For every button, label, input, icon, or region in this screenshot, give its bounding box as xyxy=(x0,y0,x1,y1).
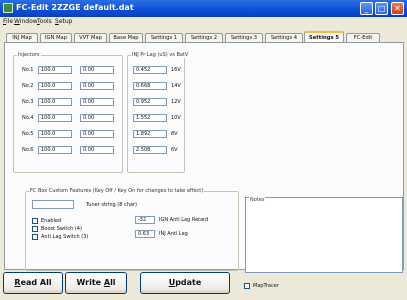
injector-percent-field[interactable]: 100.0 xyxy=(38,98,72,106)
lag-value-field[interactable]: 0.952 xyxy=(133,98,167,106)
notes-box[interactable]: Notes xyxy=(245,197,403,273)
lag-value-field[interactable]: 1.892 xyxy=(133,130,167,138)
lag-value-field[interactable]: 2.508 xyxy=(133,146,167,154)
tab-settings-5[interactable]: Settings 5 xyxy=(304,31,344,42)
bottom-toolbar: Read All Write All Update MapTracer xyxy=(0,272,407,300)
lag-voltage-label: 10V xyxy=(171,115,181,121)
lag-voltage-label: 16V xyxy=(171,67,181,73)
menu-window[interactable]: Window xyxy=(14,18,38,25)
custom-features-title: FC Box Custom Features (Key Off / Key On… xyxy=(29,188,205,194)
tab-vvt-map[interactable]: VVT Map xyxy=(74,33,107,42)
injector-label: No.3 xyxy=(22,99,34,105)
custom-features-group: FC Box Custom Features (Key Off / Key On… xyxy=(25,188,239,271)
injector-percent-field[interactable]: 100.0 xyxy=(38,130,72,138)
injector-offset-field[interactable]: 0.00 xyxy=(80,146,114,154)
injector-offset-field[interactable]: 0.00 xyxy=(80,66,114,74)
lag-voltage-label: 14V xyxy=(171,83,181,89)
window-title: FC-Edit 2ZZGE default.dat xyxy=(16,3,134,12)
injectors-title: Injectors xyxy=(17,52,41,58)
injector-percent-field[interactable]: 100.0 xyxy=(38,82,72,90)
injector-percent-field[interactable]: 100.0 xyxy=(38,114,72,122)
minimize-button[interactable]: _ xyxy=(360,2,373,15)
injector-offset-field[interactable]: 0.00 xyxy=(80,98,114,106)
enabled-label: Enabled xyxy=(41,218,62,224)
update-button[interactable]: Update xyxy=(140,272,230,294)
tab-ign-map[interactable]: IGN Map xyxy=(40,33,72,42)
tuner-string-label: Tuner string (8 char) xyxy=(86,202,138,208)
tab-fc-edit[interactable]: FC-Edit xyxy=(346,33,380,42)
read-all-button[interactable]: Read All xyxy=(3,272,63,294)
map-tracer-label: MapTracer xyxy=(253,283,279,289)
lag-voltage-label: 12V xyxy=(171,99,181,105)
maximize-button[interactable]: □ xyxy=(375,2,388,15)
app-icon xyxy=(3,3,13,13)
lag-value-field[interactable]: 1.552 xyxy=(133,114,167,122)
injectors-group: Injectors No.1 100.0 0.00 No.2 100.0 0.0… xyxy=(13,52,123,173)
notes-title: Notes xyxy=(249,197,266,203)
tuner-string-field[interactable] xyxy=(32,200,74,209)
inj-lag-group: INJ Pr Lag (uS) vs BatV 0.452 16V 0.668 … xyxy=(127,52,190,173)
boost-switch-checkbox[interactable] xyxy=(32,226,38,232)
write-all-button[interactable]: Write All xyxy=(65,272,127,294)
injector-offset-field[interactable]: 0.00 xyxy=(80,114,114,122)
anti-lag-switch-checkbox[interactable] xyxy=(32,234,38,240)
injector-label: No.2 xyxy=(22,83,34,89)
tab-inj-map[interactable]: INJ Map xyxy=(6,33,38,42)
close-button[interactable]: ✕ xyxy=(391,2,404,15)
tab-settings-2[interactable]: Settings 2 xyxy=(185,33,223,42)
injector-label: No.6 xyxy=(22,147,34,153)
settings-5-panel: Injectors No.1 100.0 0.00 No.2 100.0 0.0… xyxy=(4,42,404,273)
menu-file[interactable]: File xyxy=(3,18,13,25)
ign-anti-lag-retard-field[interactable]: -32 xyxy=(135,216,155,224)
tab-settings-1[interactable]: Settings 1 xyxy=(145,33,183,42)
title-bar: FC-Edit 2ZZGE default.dat _ □ ✕ xyxy=(0,0,407,17)
menu-tools[interactable]: Tools xyxy=(37,18,52,25)
tab-settings-3[interactable]: Settings 3 xyxy=(225,33,263,42)
injector-percent-field[interactable]: 100.0 xyxy=(38,66,72,74)
enabled-checkbox[interactable] xyxy=(32,218,38,224)
injector-label: No.1 xyxy=(22,67,34,73)
lag-value-field[interactable]: 0.668 xyxy=(133,82,167,90)
menu-setup[interactable]: Setup xyxy=(55,18,72,25)
anti-lag-switch-label: Anti Lag Switch (3) xyxy=(41,234,89,240)
injector-label: No.5 xyxy=(22,131,34,137)
injector-offset-field[interactable]: 0.00 xyxy=(80,82,114,90)
tab-settings-4[interactable]: Settings 4 xyxy=(265,33,303,42)
map-tracer-checkbox[interactable] xyxy=(244,283,250,289)
tab-strip: INJ Map IGN Map VVT Map Base Map Setting… xyxy=(4,31,404,42)
lag-voltage-label: 8V xyxy=(171,131,178,137)
boost-switch-label: Boost Switch (4) xyxy=(41,226,82,232)
inj-lag-title: INJ Pr Lag (uS) vs BatV xyxy=(131,52,190,58)
lag-value-field[interactable]: 0.452 xyxy=(133,66,167,74)
ign-anti-lag-retard-label: IGN Anti Lag Retard xyxy=(159,217,209,223)
injector-offset-field[interactable]: 0.00 xyxy=(80,130,114,138)
inj-anti-lag-label: INJ Anti Lag xyxy=(159,231,188,237)
lag-voltage-label: 6V xyxy=(171,147,178,153)
injector-label: No.4 xyxy=(22,115,34,121)
tab-base-map[interactable]: Base Map xyxy=(109,33,143,42)
inj-anti-lag-field[interactable]: 0.63 xyxy=(135,230,155,238)
injector-percent-field[interactable]: 100.0 xyxy=(38,146,72,154)
menu-bar: File Window Tools Setup xyxy=(0,17,407,27)
